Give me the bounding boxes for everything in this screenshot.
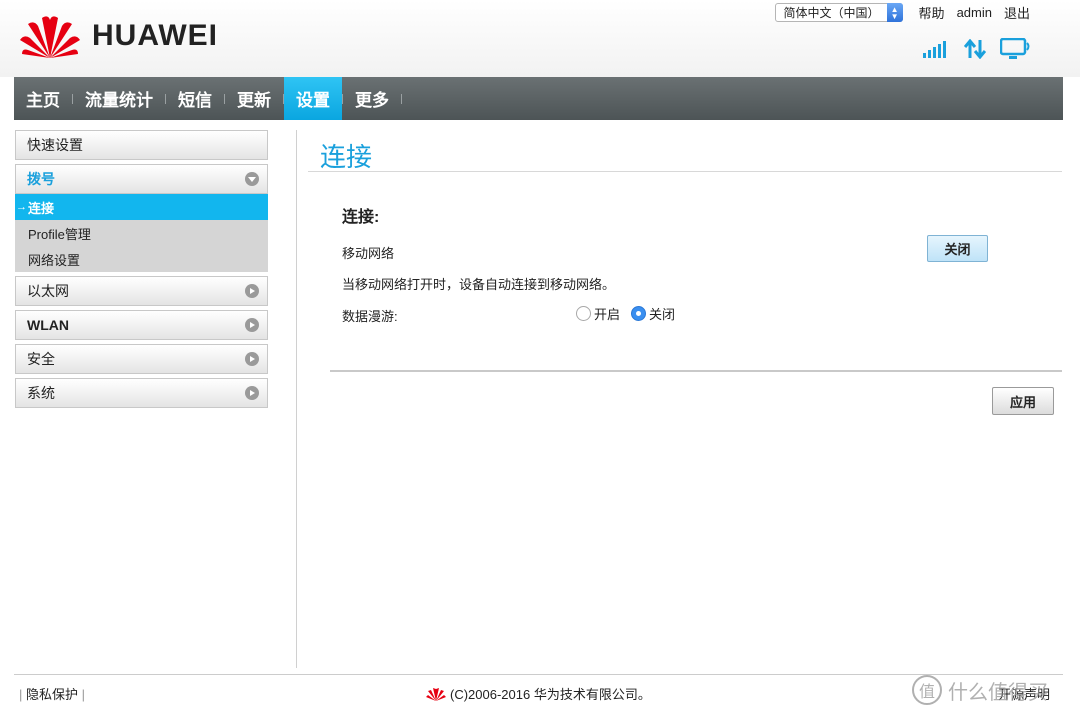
- chevron-right-icon: [245, 386, 259, 400]
- nav-home[interactable]: 主页: [14, 77, 72, 120]
- sidebar-subitem-network-settings[interactable]: 网络设置: [15, 246, 268, 272]
- help-link[interactable]: 帮助: [919, 3, 945, 22]
- sidebar: 快速设置 拨号 → 连接 Profile管理 网络设置 以太网 WLAN 安全: [15, 130, 268, 412]
- select-arrows-icon: ▲ ▼: [886, 3, 903, 22]
- nav-more[interactable]: 更多: [343, 77, 401, 120]
- mobile-network-description: 当移动网络打开时，设备自动连接到移动网络。: [342, 277, 616, 292]
- pipe-separator: |: [19, 687, 23, 702]
- sidebar-item-system[interactable]: 系统: [15, 378, 268, 408]
- watermark: 值 什么值得买: [912, 675, 1048, 705]
- pc-connected-icon: [1000, 38, 1030, 59]
- huawei-logo: HUAWEI: [20, 14, 218, 58]
- nav-statistics[interactable]: 流量统计: [73, 77, 165, 120]
- arrow-right-icon: →: [16, 201, 27, 213]
- roaming-off-radio[interactable]: [631, 306, 647, 321]
- nav-sms[interactable]: 短信: [166, 77, 224, 120]
- chevron-down-icon: [245, 172, 259, 186]
- footer-divider: [14, 674, 1063, 675]
- footer-copyright: (C)2006-2016 华为技术有限公司。: [426, 684, 651, 703]
- chevron-right-icon: [245, 284, 259, 298]
- sidebar-item-dialup[interactable]: 拨号: [15, 164, 268, 194]
- signal-icon: [923, 41, 946, 58]
- roaming-label: 数据漫游:: [342, 309, 398, 324]
- nav-separator: [401, 93, 402, 104]
- brand-name: HUAWEI: [92, 19, 218, 52]
- apply-button[interactable]: 应用: [992, 387, 1054, 415]
- roaming-on-radio[interactable]: [576, 306, 591, 321]
- sidebar-item-label: 安全: [27, 351, 55, 367]
- roaming-radio-group: 开启 关闭: [576, 304, 686, 323]
- status-icons: [922, 38, 1032, 60]
- header: HUAWEI 简体中文（中国） ▲ ▼ 帮助 admin 退出: [0, 0, 1080, 77]
- nav-settings[interactable]: 设置: [284, 77, 342, 120]
- username: admin: [956, 5, 992, 20]
- section-title: 连接:: [342, 209, 380, 226]
- language-select-value: 简体中文（中国）: [783, 6, 880, 20]
- footer-privacy: | 隐私保护 |: [19, 684, 85, 703]
- roaming-on-label[interactable]: 开启: [594, 304, 620, 323]
- copyright-text: (C)2006-2016 华为技术有限公司。: [450, 687, 651, 702]
- sidebar-item-security[interactable]: 安全: [15, 344, 268, 374]
- roaming-off-label[interactable]: 关闭: [649, 304, 675, 323]
- title-divider: [308, 171, 1062, 172]
- pipe-separator: |: [81, 687, 86, 702]
- watermark-text: 什么值得买: [948, 681, 1048, 704]
- watermark-logo-icon: 值: [912, 675, 942, 705]
- language-select[interactable]: 简体中文（中国） ▲ ▼: [774, 3, 903, 22]
- sidebar-subitem-profile[interactable]: Profile管理: [15, 220, 268, 246]
- mobile-network-toggle-button[interactable]: 关闭: [927, 235, 988, 262]
- sidebar-subitem-label: 连接: [28, 200, 55, 216]
- sidebar-subitem-connection[interactable]: → 连接: [15, 194, 268, 220]
- page-title: 连接: [320, 142, 373, 172]
- sidebar-item-quick-setup[interactable]: 快速设置: [15, 130, 268, 160]
- data-transfer-icon: [964, 39, 986, 59]
- main-nav: 主页 流量统计 短信 更新 设置 更多: [14, 77, 1063, 120]
- chevron-right-icon: [245, 318, 259, 332]
- dialup-submenu: → 连接 Profile管理 网络设置: [15, 194, 268, 272]
- chevron-right-icon: [245, 352, 259, 366]
- content-divider: [296, 130, 297, 668]
- top-links: 简体中文（中国） ▲ ▼ 帮助 admin 退出: [774, 3, 1036, 22]
- huawei-petal-icon: [20, 16, 80, 58]
- section-divider: [330, 370, 1062, 372]
- huawei-small-logo-icon: [426, 687, 446, 701]
- mobile-network-label: 移动网络: [342, 246, 395, 261]
- sidebar-item-label: 快速设置: [27, 137, 83, 153]
- sidebar-item-wlan[interactable]: WLAN: [15, 310, 268, 340]
- nav-update[interactable]: 更新: [225, 77, 283, 120]
- privacy-link[interactable]: 隐私保护: [26, 687, 78, 702]
- sidebar-item-label: 拨号: [27, 171, 55, 187]
- sidebar-item-label: 系统: [27, 385, 55, 401]
- sidebar-item-label: 以太网: [27, 283, 69, 299]
- logout-link[interactable]: 退出: [1004, 3, 1030, 22]
- sidebar-item-ethernet[interactable]: 以太网: [15, 276, 268, 306]
- sidebar-item-label: WLAN: [27, 317, 69, 333]
